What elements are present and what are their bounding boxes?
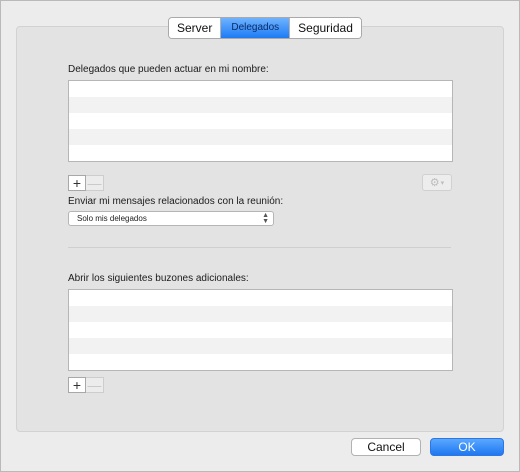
delegates-list[interactable] [68,80,453,162]
gear-icon: ⚙ [429,177,440,189]
delegates-label: Delegados que pueden actuar en mi nombre… [68,64,269,75]
add-mailbox-button[interactable]: + [68,377,86,393]
mailboxes-list[interactable] [68,289,453,371]
meeting-messages-select[interactable]: Solo mis delegados ▲ ▼ [68,211,274,226]
mailboxes-label: Abrir los siguientes buzones adicionales… [68,273,249,284]
list-row [69,113,452,129]
meeting-messages-value: Solo mis delegados [77,214,147,223]
gear-menu-button[interactable]: ⚙ ▾ [422,174,452,191]
tab-delegados[interactable]: Delegados [221,18,291,38]
remove-delegate-button[interactable]: — [86,175,104,191]
list-row [69,322,452,338]
ok-button[interactable]: OK [430,438,504,456]
chevron-down-icon: ▾ [440,179,445,187]
mailboxes-add-remove: + — [68,377,104,393]
tab-bar: Server Delegados Seguridad [168,17,362,39]
remove-mailbox-button[interactable]: — [86,377,104,393]
list-row [69,290,452,306]
list-row [69,97,452,113]
list-row [69,81,452,97]
section-divider [68,247,451,248]
delegates-add-remove: + — [68,175,104,191]
list-row [69,306,452,322]
list-row [69,129,452,145]
list-row [69,338,452,354]
list-row [69,354,452,370]
list-row [69,145,452,161]
tab-seguridad[interactable]: Seguridad [290,18,361,38]
tab-server[interactable]: Server [169,18,222,38]
cancel-button[interactable]: Cancel [351,438,421,456]
select-arrows-icon: ▲ ▼ [262,212,269,225]
add-delegate-button[interactable]: + [68,175,86,191]
meeting-messages-label: Enviar mi mensajes relacionados con la r… [68,196,284,207]
